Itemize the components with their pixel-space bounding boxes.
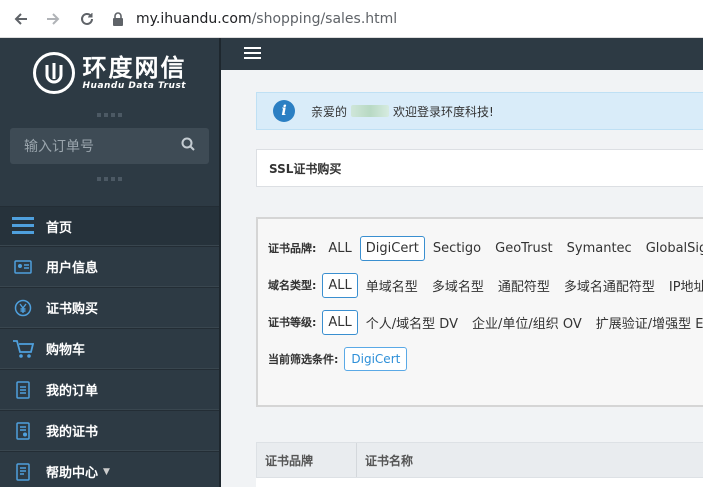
panel-title: SSL证书购买	[256, 149, 703, 187]
sidebar-item-certs[interactable]: 我的证书	[0, 410, 219, 451]
search-placeholder: 输入订单号	[24, 139, 94, 155]
sidebar-item-label: 我的证书	[46, 425, 99, 440]
column-header-name: 证书名称	[365, 453, 414, 468]
brand-filter-label: 证书品牌:	[268, 242, 317, 255]
forward-icon[interactable]	[40, 6, 66, 32]
brand-option-all[interactable]: ALL	[322, 236, 357, 261]
column-header-brand: 证书品牌	[257, 443, 357, 477]
domain-option-ip[interactable]: IP地址	[663, 271, 703, 300]
level-option-ev[interactable]: 扩展验证/增强型 EV	[590, 308, 703, 337]
yen-icon	[12, 298, 34, 318]
logo-subtitle: Huandu Data Trust	[82, 81, 187, 91]
top-navbar	[221, 38, 703, 70]
sidebar-item-label: 用户信息	[46, 261, 99, 276]
id-card-icon	[12, 257, 34, 277]
sidebar-item-label: 帮助中心	[46, 466, 99, 481]
divider	[0, 172, 219, 186]
sidebar-item-label: 购物车	[46, 343, 86, 358]
domain-option-wildcard[interactable]: 通配符型	[492, 271, 556, 300]
domain-option-single[interactable]: 单域名型	[360, 271, 424, 300]
level-option-ov[interactable]: 企业/单位/组织 OV	[466, 308, 588, 337]
table-header: 证书品牌 证书名称	[256, 442, 703, 478]
domain-filter-label: 域名类型:	[268, 279, 317, 292]
level-filter-label: 证书等级:	[268, 316, 317, 329]
level-filter-row: 证书等级: ALL 个人/域名型 DV 企业/单位/组织 OV 扩展验证/增强型…	[268, 309, 703, 335]
table-row	[256, 478, 703, 487]
sidebar-item-orders[interactable]: 我的订单	[0, 369, 219, 410]
redacted-username	[351, 105, 390, 117]
url-host: my.ihuandu.com	[136, 11, 252, 27]
current-filter-row: 当前筛选条件: DigiCert	[268, 346, 703, 372]
current-filter-tag[interactable]: DigiCert	[344, 347, 408, 371]
info-icon: i	[273, 100, 295, 122]
sidebar-item-buy-cert[interactable]: 证书购买	[0, 287, 219, 328]
welcome-notice: i 亲爱的 欢迎登录环度科技!	[256, 92, 703, 130]
back-icon[interactable]	[8, 6, 34, 32]
sidebar-item-label: 证书购买	[46, 302, 99, 317]
domain-option-multi[interactable]: 多域名型	[426, 271, 490, 300]
help-icon	[12, 462, 34, 482]
sidebar-menu: 首页 用户信息 证书购买 购物车 我的订单 我的证书 帮助中心 ▼	[0, 206, 219, 487]
sidebar-item-help[interactable]: 帮助中心 ▼	[0, 451, 219, 487]
hamburger-icon[interactable]	[244, 47, 261, 60]
brand-option-symantec[interactable]: Symantec	[561, 236, 638, 261]
order-search-input[interactable]: 输入订单号	[10, 128, 209, 164]
brand-option-geotrust[interactable]: GeoTrust	[489, 236, 559, 261]
brand-option-globalsign[interactable]: GlobalSign	[640, 236, 703, 261]
page-title: SSL证书购买	[269, 161, 342, 176]
sidebar-item-home[interactable]: 首页	[0, 206, 219, 246]
sidebar-item-user-info[interactable]: 用户信息	[0, 246, 219, 287]
notice-prefix: 亲爱的	[311, 104, 348, 119]
brand-option-sectigo[interactable]: Sectigo	[427, 236, 487, 261]
search-icon[interactable]	[181, 137, 195, 155]
menu-lines-icon	[12, 216, 34, 236]
document-icon	[12, 380, 34, 400]
url-path: /shopping/sales.html	[251, 11, 398, 27]
level-option-dv[interactable]: 个人/域名型 DV	[360, 308, 464, 337]
address-bar[interactable]: my.ihuandu.com/shopping/sales.html	[112, 6, 397, 32]
notice-suffix: 欢迎登录环度科技!	[393, 104, 494, 119]
divider	[0, 108, 219, 122]
logo-title: 环度网信	[82, 54, 187, 82]
main-content: i 亲爱的 欢迎登录环度科技! SSL证书购买 证书品牌: ALL DigiCe…	[221, 70, 703, 487]
sidebar-item-label: 我的订单	[46, 384, 99, 399]
sidebar-item-cart[interactable]: 购物车	[0, 328, 219, 369]
sidebar: 环度网信 Huandu Data Trust 输入订单号 首页 用户信息 证书购…	[0, 38, 221, 487]
certificate-icon	[12, 421, 34, 441]
chevron-down-icon: ▼	[103, 466, 110, 477]
brand-filter-row: 证书品牌: ALL DigiCert Sectigo GeoTrust Syma…	[268, 235, 703, 261]
lock-icon	[112, 12, 126, 26]
domain-filter-row: 域名类型: ALL 单域名型 多域名型 通配符型 多域名通配符型 IP地址	[268, 272, 703, 298]
logo-mark-icon	[32, 52, 75, 94]
domain-option-multi-wildcard[interactable]: 多域名通配符型	[558, 271, 661, 300]
domain-option-all[interactable]: ALL	[322, 272, 358, 298]
brand-option-digicert[interactable]: DigiCert	[359, 235, 425, 261]
current-filter-label: 当前筛选条件:	[268, 353, 339, 366]
browser-toolbar: my.ihuandu.com/shopping/sales.html	[0, 0, 703, 38]
level-option-all[interactable]: ALL	[322, 309, 358, 335]
sidebar-item-label: 首页	[46, 220, 73, 236]
logo[interactable]: 环度网信 Huandu Data Trust	[0, 38, 219, 108]
cart-icon	[12, 339, 34, 359]
reload-icon[interactable]	[74, 6, 100, 32]
filter-panel: 证书品牌: ALL DigiCert Sectigo GeoTrust Syma…	[256, 217, 703, 407]
